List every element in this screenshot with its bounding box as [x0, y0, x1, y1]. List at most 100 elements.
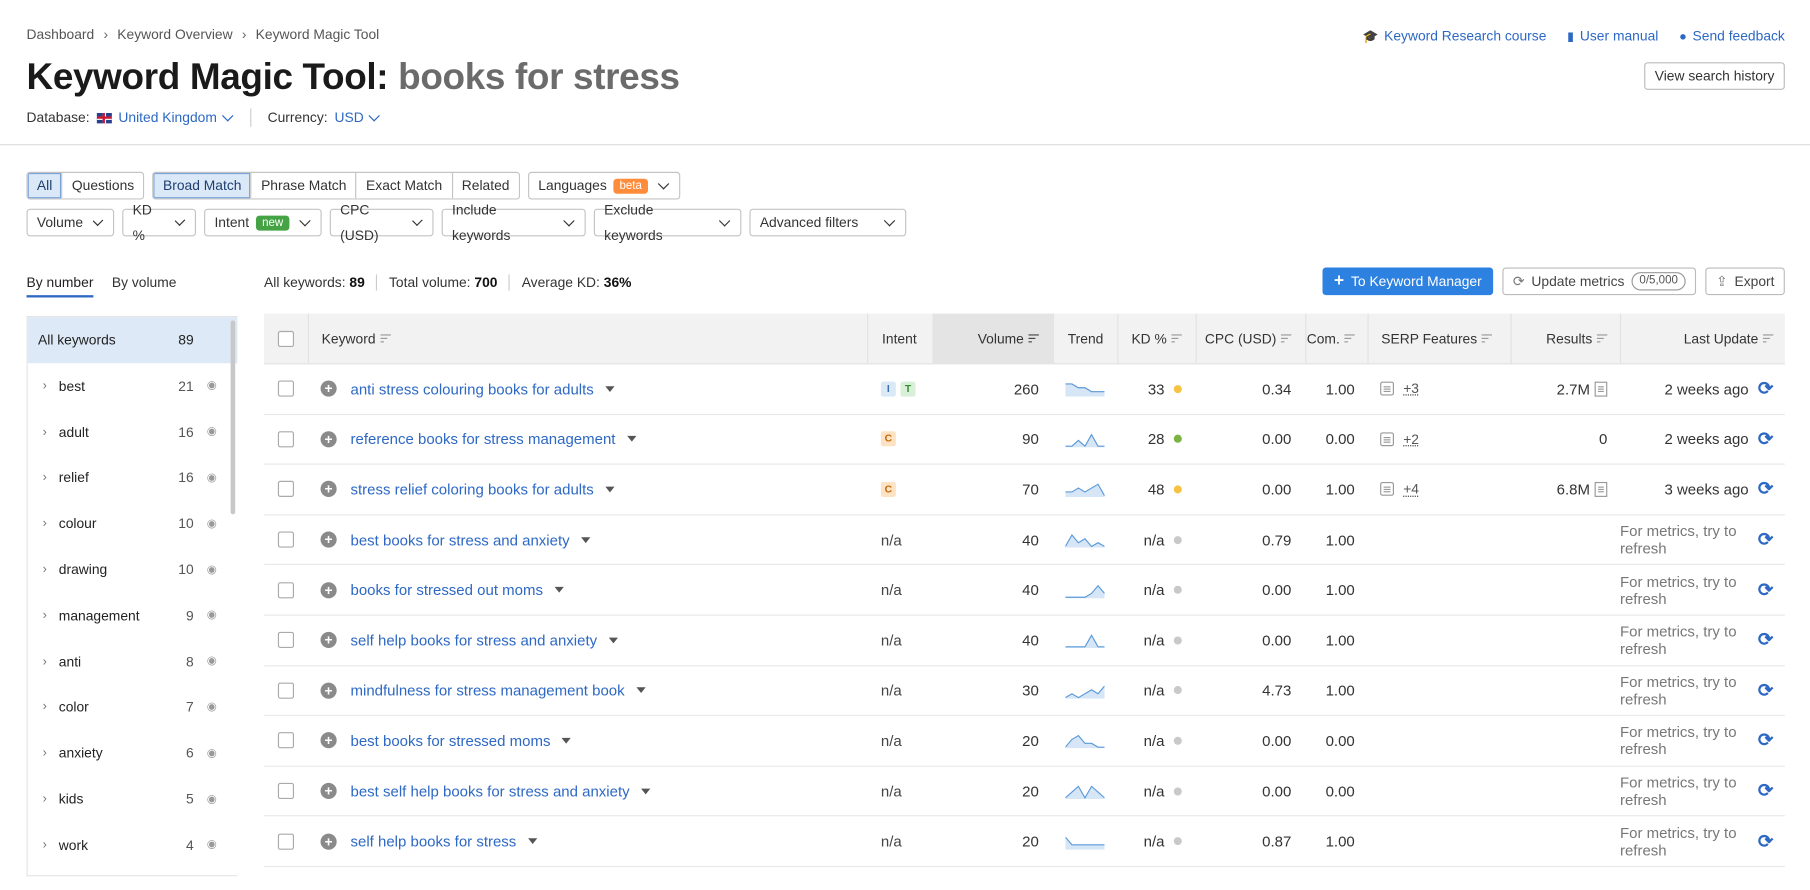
tab-by-volume[interactable]: By volume	[112, 274, 177, 297]
sidebar-scrollbar[interactable]	[230, 320, 236, 515]
refresh-icon[interactable]: ⟳	[1758, 528, 1773, 551]
eye-icon[interactable]: ◉	[207, 655, 217, 668]
tab-phrase-match[interactable]: Phrase Match	[250, 172, 356, 199]
add-to-list-icon[interactable]: +	[320, 531, 337, 548]
user-manual-link[interactable]: ▮ User manual	[1567, 28, 1658, 44]
sidebar-item-anti[interactable]: › anti 8 ◉	[28, 639, 238, 685]
refresh-icon[interactable]: ⟳	[1758, 377, 1773, 400]
sidebar-item-all-keywords[interactable]: All keywords 89	[27, 317, 238, 364]
col-last-update[interactable]: Last Update	[1619, 313, 1785, 364]
tab-broad-match[interactable]: Broad Match	[153, 172, 251, 199]
refresh-icon[interactable]: ⟳	[1758, 830, 1773, 853]
database-select[interactable]: United Kingdom	[118, 110, 234, 126]
keyword-link[interactable]: anti stress colouring books for adults	[351, 380, 594, 397]
col-kd[interactable]: KD %	[1117, 313, 1195, 364]
serp-more-link[interactable]: +4	[1403, 481, 1419, 497]
col-results[interactable]: Results	[1510, 313, 1620, 364]
row-checkbox[interactable]	[277, 782, 295, 800]
serp-snapshot-icon[interactable]	[1594, 481, 1608, 497]
tab-questions[interactable]: Questions	[61, 172, 144, 199]
eye-icon[interactable]: ◉	[207, 793, 217, 806]
eye-icon[interactable]: ◉	[207, 747, 217, 760]
keyword-link[interactable]: stress relief coloring books for adults	[351, 481, 594, 498]
caret-down-icon[interactable]	[626, 436, 637, 443]
include-keywords-filter[interactable]: Include keywords	[441, 202, 586, 243]
cpc-filter[interactable]: CPC (USD)	[329, 202, 434, 243]
eye-icon[interactable]: ◉	[207, 426, 217, 439]
breadcrumb-dashboard[interactable]: Dashboard	[27, 27, 95, 43]
sidebar-item-kids[interactable]: › kids 5 ◉	[28, 776, 238, 822]
row-checkbox[interactable]	[277, 581, 295, 599]
sidebar-item-relief[interactable]: › relief 16 ◉	[28, 455, 238, 501]
row-checkbox[interactable]	[277, 682, 295, 699]
eye-icon[interactable]: ◉	[207, 839, 217, 852]
refresh-icon[interactable]: ⟳	[1758, 478, 1773, 501]
eye-icon[interactable]: ◉	[207, 701, 217, 714]
breadcrumb-keyword-overview[interactable]: Keyword Overview	[117, 27, 232, 43]
caret-down-icon[interactable]	[608, 637, 618, 644]
select-all-checkbox[interactable]	[277, 330, 295, 347]
send-feedback-link[interactable]: ● Send feedback	[1679, 28, 1785, 44]
eye-icon[interactable]: ◉	[207, 517, 217, 530]
languages-dropdown[interactable]: Languages beta	[527, 171, 680, 200]
currency-select[interactable]: USD	[334, 110, 381, 126]
sidebar-item-color[interactable]: › color 7 ◉	[28, 684, 238, 730]
row-checkbox[interactable]	[277, 481, 295, 498]
refresh-icon[interactable]: ⟳	[1758, 578, 1773, 601]
sidebar-item-colour[interactable]: › colour 10 ◉	[28, 501, 238, 547]
view-search-history-button[interactable]: View search history	[1644, 62, 1785, 90]
eye-icon[interactable]: ◉	[207, 472, 217, 485]
keyword-link[interactable]: best books for stress and anxiety	[351, 531, 570, 548]
caret-down-icon[interactable]	[527, 838, 538, 845]
col-serp-features[interactable]: SERP Features	[1367, 313, 1510, 364]
refresh-icon[interactable]: ⟳	[1758, 629, 1773, 652]
keyword-link[interactable]: books for stressed out moms	[351, 581, 543, 598]
tab-exact-match[interactable]: Exact Match	[355, 172, 452, 199]
exclude-keywords-filter[interactable]: Exclude keywords	[593, 202, 742, 243]
row-checkbox[interactable]	[277, 833, 295, 850]
sidebar-item-management[interactable]: › management 9 ◉	[28, 593, 238, 639]
sidebar-item-adult[interactable]: › adult 16 ◉	[28, 409, 238, 455]
row-checkbox[interactable]	[277, 531, 295, 548]
sidebar-item-work[interactable]: › work 4 ◉	[28, 822, 238, 868]
add-to-list-icon[interactable]: +	[320, 431, 337, 448]
add-to-list-icon[interactable]: +	[320, 481, 337, 498]
keyword-link[interactable]: reference books for stress management	[351, 431, 616, 448]
caret-down-icon[interactable]	[605, 486, 615, 493]
add-to-list-icon[interactable]: +	[320, 682, 337, 699]
col-com[interactable]: Com.	[1305, 313, 1367, 364]
refresh-icon[interactable]: ⟳	[1758, 729, 1773, 752]
sidebar-item-best[interactable]: › best 21 ◉	[28, 363, 238, 409]
caret-down-icon[interactable]	[605, 386, 615, 392]
add-to-list-icon[interactable]: +	[320, 581, 337, 599]
keyword-link[interactable]: self help books for stress	[351, 833, 517, 850]
caret-down-icon[interactable]	[641, 788, 651, 794]
row-checkbox[interactable]	[277, 632, 295, 649]
add-to-list-icon[interactable]: +	[320, 380, 337, 397]
caret-down-icon[interactable]	[636, 687, 646, 694]
add-to-list-icon[interactable]: +	[320, 782, 337, 800]
row-checkbox[interactable]	[277, 431, 295, 448]
sidebar-item-anxiety[interactable]: › anxiety 6 ◉	[28, 730, 238, 776]
tab-related[interactable]: Related	[451, 172, 519, 199]
keyword-link[interactable]: best self help books for stress and anxi…	[351, 782, 630, 799]
serp-snapshot-icon[interactable]	[1594, 381, 1608, 397]
row-checkbox[interactable]	[277, 380, 295, 397]
keyword-link[interactable]: best books for stressed moms	[351, 732, 551, 749]
col-volume[interactable]: Volume	[932, 313, 1053, 364]
tab-by-number[interactable]: By number	[26, 274, 94, 298]
advanced-filters[interactable]: Advanced filters	[749, 208, 907, 237]
caret-down-icon[interactable]	[561, 737, 572, 744]
col-keyword[interactable]: Keyword	[307, 313, 867, 364]
eye-icon[interactable]: ◉	[207, 609, 217, 622]
serp-more-link[interactable]: +3	[1403, 381, 1419, 397]
keyword-link[interactable]: mindfulness for stress management book	[351, 682, 625, 699]
add-to-list-icon[interactable]: +	[320, 632, 337, 649]
keyword-research-course-link[interactable]: 🎓 Keyword Research course	[1363, 28, 1547, 44]
refresh-icon[interactable]: ⟳	[1758, 779, 1773, 802]
to-keyword-manager-button[interactable]: + To Keyword Manager	[1322, 267, 1494, 296]
eye-icon[interactable]: ◉	[207, 563, 217, 576]
add-to-list-icon[interactable]: +	[320, 732, 337, 749]
tab-all[interactable]: All	[27, 172, 62, 199]
refresh-icon[interactable]: ⟳	[1758, 679, 1773, 702]
